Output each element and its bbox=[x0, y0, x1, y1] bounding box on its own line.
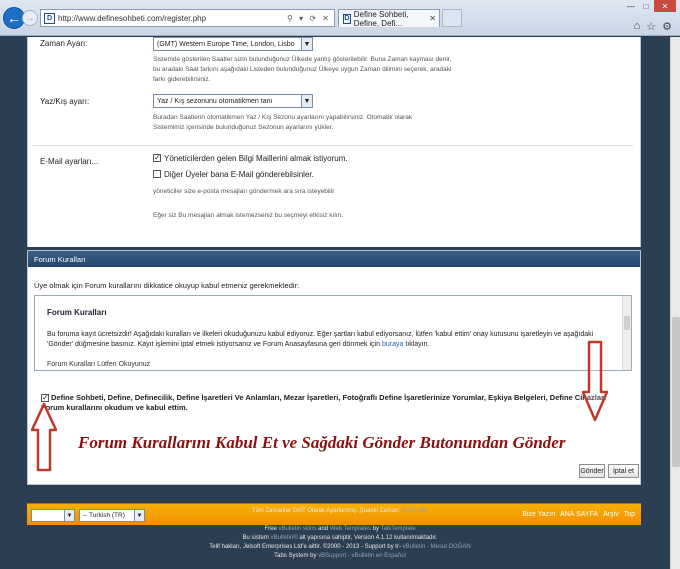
maximize-icon[interactable]: □ bbox=[639, 0, 653, 12]
dst-help: Buradan Saatlerin otomatikmen Yaz / Kış … bbox=[153, 114, 413, 131]
footer-link[interactable]: vBulletin bbox=[403, 544, 426, 550]
dst-select-value: Yaz / Kış sezonunu otomatikmen tanı bbox=[157, 97, 273, 105]
footer-text: Bu sistem bbox=[242, 535, 269, 541]
scrollbar-thumb[interactable] bbox=[672, 317, 680, 467]
address-controls[interactable]: ⚲ ▾ ⟳ ✕ bbox=[287, 14, 334, 23]
timezone-select-value: (GMT) Western Europe Time, London, Lisbo bbox=[157, 40, 295, 48]
address-bar[interactable]: D http://www.definesohbeti.com/register.… bbox=[40, 9, 335, 27]
footer-text: Tabs System by bbox=[274, 553, 317, 559]
close-window-icon[interactable]: ✕ bbox=[654, 0, 676, 12]
timezone-label: Zaman Ayarı: bbox=[40, 39, 88, 48]
new-tab-button[interactable] bbox=[442, 9, 462, 27]
minimize-icon[interactable]: — bbox=[624, 0, 638, 12]
footer-text: Telif hakları, Jelsoft Enterprises Ltd'e… bbox=[209, 544, 401, 550]
tab-title: Define Sohbeti, Define, Defi... bbox=[353, 9, 409, 28]
browser-tool-icons: ⌂ ☆ ⚙ bbox=[634, 20, 672, 33]
favorites-star-icon[interactable]: ☆ bbox=[646, 20, 656, 33]
browser-tab[interactable]: D Define Sohbeti, Define, Defi... ✕ bbox=[338, 9, 440, 28]
timezone-help: Sistemde gösterilen Saatler sizin bulund… bbox=[153, 56, 452, 83]
timezone-select[interactable]: (GMT) Western Europe Time, London, Lisbo… bbox=[153, 37, 313, 51]
footer-time-text: Tüm Zamanlar GMT Olarak Ayarlanmış. Şuan… bbox=[251, 508, 400, 514]
footer-text: Free bbox=[264, 526, 277, 532]
rules-return-link[interactable]: buraya bbox=[382, 341, 403, 348]
footer-credit-4: Tabs System by vBSupport - vBulletin en … bbox=[0, 553, 680, 559]
page-scrollbar[interactable] bbox=[670, 37, 680, 569]
instruction-caption: Forum Kurallarını Kabul Et ve Sağdaki Gö… bbox=[78, 433, 566, 452]
dst-select[interactable]: Yaz / Kış sezonunu otomatikmen tanı ▼ bbox=[153, 94, 313, 108]
footer-text: by bbox=[372, 526, 379, 532]
settings-gear-icon[interactable]: ⚙ bbox=[662, 20, 672, 33]
email-admin-checkbox[interactable]: ✓ bbox=[153, 154, 161, 162]
site-favicon-icon: D bbox=[44, 12, 55, 24]
email-members-label: Diğer Üyeler bana E-Mail gönderebilsinle… bbox=[164, 170, 314, 179]
divider bbox=[33, 145, 633, 146]
email-members-checkbox[interactable] bbox=[153, 170, 161, 178]
rules-body-end: tıklayın. bbox=[405, 341, 430, 348]
rules-box-body: Bu foruma kayıt ücretsizdir! Aşağıdaki k… bbox=[47, 330, 617, 350]
rules-scrollbar-thumb[interactable] bbox=[624, 316, 630, 330]
address-url[interactable]: http://www.definesohbeti.com/register.ph… bbox=[58, 14, 287, 23]
rules-intro: Üye olmak için Forum kurallarını dikkati… bbox=[34, 281, 300, 290]
down-arrow-icon bbox=[582, 340, 608, 422]
footer-link[interactable]: vBSupport bbox=[318, 553, 346, 559]
forum-rules-header: Forum Kuralları bbox=[28, 251, 640, 267]
settings-panel: Zaman Ayarı: (GMT) Western Europe Time, … bbox=[27, 37, 641, 247]
footer-credit-3: Telif hakları, Jelsoft Enterprises Ltd'e… bbox=[0, 544, 680, 550]
email-label: E-Mail ayarları... bbox=[40, 157, 99, 166]
footer-time-value: 11:07 AM. bbox=[401, 508, 429, 514]
footer-credit-2: Bu sistem vBulletin® alt yapısına sahipt… bbox=[0, 535, 680, 541]
rules-body-text: Bu foruma kayıt ücretsizdir! Aşağıdaki k… bbox=[47, 331, 594, 348]
footer-link[interactable]: TalkTemplate bbox=[381, 526, 416, 532]
footer-link[interactable]: Web Templates bbox=[330, 526, 371, 532]
page-content: Zaman Ayarı: (GMT) Western Europe Time, … bbox=[0, 37, 670, 569]
rules-box-title: Forum Kuralları bbox=[47, 308, 107, 317]
email-help-2: Eğer siz Bu mesajları almak istemezseniz… bbox=[153, 212, 344, 219]
bottom-bar: ▼ -- Turkish (TR) ▼ Bize Yazın ANA SAYFA… bbox=[27, 503, 641, 525]
agree-label: Define Sohbeti, Define, Definecilik, Def… bbox=[41, 393, 607, 412]
tab-close-icon[interactable]: ✕ bbox=[429, 14, 436, 23]
cancel-button[interactable]: İptal et bbox=[608, 464, 639, 478]
forward-arrow-icon: → bbox=[25, 12, 35, 24]
chevron-down-icon: ▼ bbox=[301, 38, 312, 50]
dst-label: Yaz/Kış ayarı: bbox=[40, 97, 90, 106]
home-icon[interactable]: ⌂ bbox=[634, 20, 641, 33]
tab-favicon-icon: D bbox=[343, 13, 351, 24]
submit-button[interactable]: Gönder bbox=[579, 464, 605, 478]
footer-link[interactable]: - vBulletin en Español bbox=[348, 553, 406, 559]
up-arrow-icon bbox=[31, 402, 57, 472]
footer-link[interactable]: - Mesut DOĞAN bbox=[427, 544, 471, 550]
rules-box-scrollbar[interactable] bbox=[622, 296, 631, 370]
forward-button[interactable]: → bbox=[22, 10, 38, 26]
rules-textbox[interactable]: Forum Kuralları Bu foruma kayıt ücretsiz… bbox=[34, 295, 632, 371]
chevron-down-icon: ▼ bbox=[301, 95, 312, 107]
window-controls: — □ ✕ bbox=[624, 0, 676, 12]
email-help-1: yöneticiler size e-posta mesajları gönde… bbox=[153, 188, 335, 195]
footer-text: and bbox=[318, 526, 329, 532]
footer-link[interactable]: vBulletin® bbox=[271, 535, 298, 541]
footer-text: alt yapısına sahiptir, Version 4.1.12 ku… bbox=[299, 535, 438, 541]
email-admin-label: Yöneticilerden gelen Bilgi Maillerini al… bbox=[164, 154, 348, 163]
footer-credit-1: Free vBulletin skins and Web Templates b… bbox=[0, 526, 680, 532]
footer-link[interactable]: vBulletin skins bbox=[278, 526, 316, 532]
rules-box-subtitle: Forum Kuralları Lütfen Okuyunuz bbox=[47, 361, 151, 368]
back-arrow-icon: ← bbox=[7, 10, 21, 26]
footer-time: Tüm Zamanlar GMT Olarak Ayarlanmış. Şuan… bbox=[0, 508, 680, 514]
browser-toolbar: ← → D http://www.definesohbeti.com/regis… bbox=[0, 0, 680, 36]
